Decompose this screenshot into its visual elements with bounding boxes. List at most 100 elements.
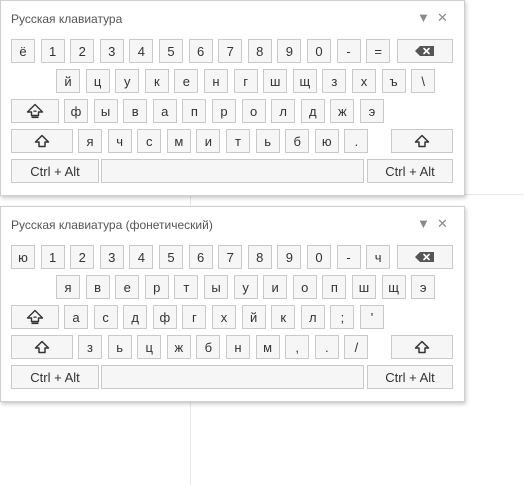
key[interactable]: х bbox=[212, 305, 236, 329]
key[interactable]: з bbox=[78, 335, 102, 359]
key[interactable]: и bbox=[196, 129, 221, 153]
key[interactable]: м bbox=[166, 129, 191, 153]
key[interactable]: 0 bbox=[307, 39, 331, 63]
shift-key[interactable] bbox=[391, 129, 453, 153]
key[interactable]: щ bbox=[381, 275, 406, 299]
key[interactable]: с bbox=[137, 129, 162, 153]
key[interactable]: 5 bbox=[159, 245, 183, 269]
key[interactable]: д bbox=[300, 99, 325, 123]
key[interactable]: 7 bbox=[218, 245, 243, 269]
key[interactable]: . bbox=[314, 335, 339, 359]
close-button[interactable]: ✕ bbox=[437, 216, 448, 232]
ctrl-alt-key[interactable]: Ctrl + Alt bbox=[367, 365, 453, 389]
key[interactable]: 8 bbox=[247, 39, 272, 63]
key[interactable]: б bbox=[196, 335, 221, 359]
key[interactable]: к bbox=[271, 305, 296, 329]
key[interactable]: д bbox=[123, 305, 148, 329]
key[interactable]: 4 bbox=[129, 245, 154, 269]
ctrl-alt-key[interactable]: Ctrl + Alt bbox=[11, 365, 99, 389]
key[interactable]: ы bbox=[204, 275, 228, 299]
key[interactable]: с bbox=[93, 305, 118, 329]
key[interactable]: 1 bbox=[40, 39, 65, 63]
key[interactable]: ь bbox=[255, 129, 280, 153]
key[interactable]: о bbox=[241, 99, 266, 123]
key[interactable]: ж bbox=[166, 335, 191, 359]
key[interactable]: / bbox=[344, 335, 369, 359]
key[interactable]: л bbox=[300, 305, 325, 329]
key[interactable]: ё bbox=[11, 39, 35, 63]
key[interactable]: . bbox=[344, 129, 369, 153]
key[interactable]: 6 bbox=[188, 245, 213, 269]
key[interactable]: о bbox=[292, 275, 317, 299]
key[interactable]: - bbox=[336, 245, 361, 269]
caps-lock-key[interactable] bbox=[11, 99, 59, 123]
key[interactable]: ч bbox=[107, 129, 132, 153]
key[interactable]: 6 bbox=[188, 39, 213, 63]
key[interactable]: ц bbox=[137, 335, 162, 359]
key[interactable]: 0 bbox=[307, 245, 331, 269]
key[interactable]: г bbox=[233, 69, 258, 93]
key[interactable]: 1 bbox=[40, 245, 65, 269]
key[interactable]: з bbox=[322, 69, 347, 93]
key[interactable]: г bbox=[182, 305, 207, 329]
key[interactable]: 9 bbox=[277, 245, 302, 269]
key[interactable]: ю bbox=[11, 245, 35, 269]
key[interactable]: 3 bbox=[99, 245, 124, 269]
shift-key[interactable] bbox=[391, 335, 453, 359]
key[interactable]: п bbox=[182, 99, 207, 123]
key[interactable]: в bbox=[123, 99, 148, 123]
key[interactable]: 2 bbox=[70, 39, 95, 63]
key[interactable]: е bbox=[174, 69, 199, 93]
key[interactable]: а bbox=[64, 305, 88, 329]
key[interactable]: ш bbox=[352, 275, 376, 299]
key[interactable]: х bbox=[352, 69, 376, 93]
key[interactable]: 2 bbox=[70, 245, 95, 269]
key[interactable]: э bbox=[411, 275, 436, 299]
key[interactable]: ч bbox=[366, 245, 391, 269]
key[interactable]: т bbox=[174, 275, 199, 299]
backspace-key[interactable] bbox=[397, 245, 453, 269]
minimize-button[interactable]: ▼ bbox=[417, 216, 430, 231]
key[interactable]: п bbox=[322, 275, 347, 299]
key[interactable]: 4 bbox=[129, 39, 154, 63]
key[interactable]: м bbox=[255, 335, 280, 359]
key[interactable]: т bbox=[226, 129, 250, 153]
space-key[interactable] bbox=[101, 365, 364, 389]
key[interactable]: б bbox=[285, 129, 310, 153]
key[interactable]: у bbox=[115, 69, 140, 93]
key[interactable]: й bbox=[56, 69, 80, 93]
key[interactable]: л bbox=[271, 99, 296, 123]
key[interactable]: н bbox=[204, 69, 228, 93]
key[interactable]: ц bbox=[85, 69, 110, 93]
key[interactable]: ю bbox=[314, 129, 339, 153]
key[interactable]: щ bbox=[292, 69, 317, 93]
key[interactable]: \ bbox=[411, 69, 436, 93]
close-button[interactable]: ✕ bbox=[437, 10, 448, 26]
key[interactable]: ф bbox=[64, 99, 88, 123]
key[interactable]: 7 bbox=[218, 39, 243, 63]
shift-key[interactable] bbox=[11, 129, 73, 153]
key[interactable]: у bbox=[233, 275, 258, 299]
minimize-button[interactable]: ▼ bbox=[417, 10, 430, 25]
key[interactable]: 5 bbox=[159, 39, 183, 63]
key[interactable]: ш bbox=[263, 69, 288, 93]
key[interactable]: р bbox=[212, 99, 236, 123]
key[interactable]: ы bbox=[93, 99, 118, 123]
key[interactable]: р bbox=[144, 275, 169, 299]
ctrl-alt-key[interactable]: Ctrl + Alt bbox=[11, 159, 99, 183]
key[interactable]: в bbox=[85, 275, 110, 299]
key[interactable]: к bbox=[144, 69, 169, 93]
key[interactable]: ъ bbox=[381, 69, 406, 93]
space-key[interactable] bbox=[101, 159, 364, 183]
caps-lock-key[interactable] bbox=[11, 305, 59, 329]
key[interactable]: й bbox=[241, 305, 266, 329]
key[interactable]: ф bbox=[152, 305, 177, 329]
key[interactable]: ; bbox=[330, 305, 355, 329]
key[interactable]: е bbox=[115, 275, 140, 299]
ctrl-alt-key[interactable]: Ctrl + Alt bbox=[367, 159, 453, 183]
key[interactable]: = bbox=[366, 39, 391, 63]
key[interactable]: н bbox=[226, 335, 250, 359]
key[interactable]: - bbox=[336, 39, 361, 63]
key[interactable]: э bbox=[360, 99, 384, 123]
key[interactable]: и bbox=[263, 275, 288, 299]
